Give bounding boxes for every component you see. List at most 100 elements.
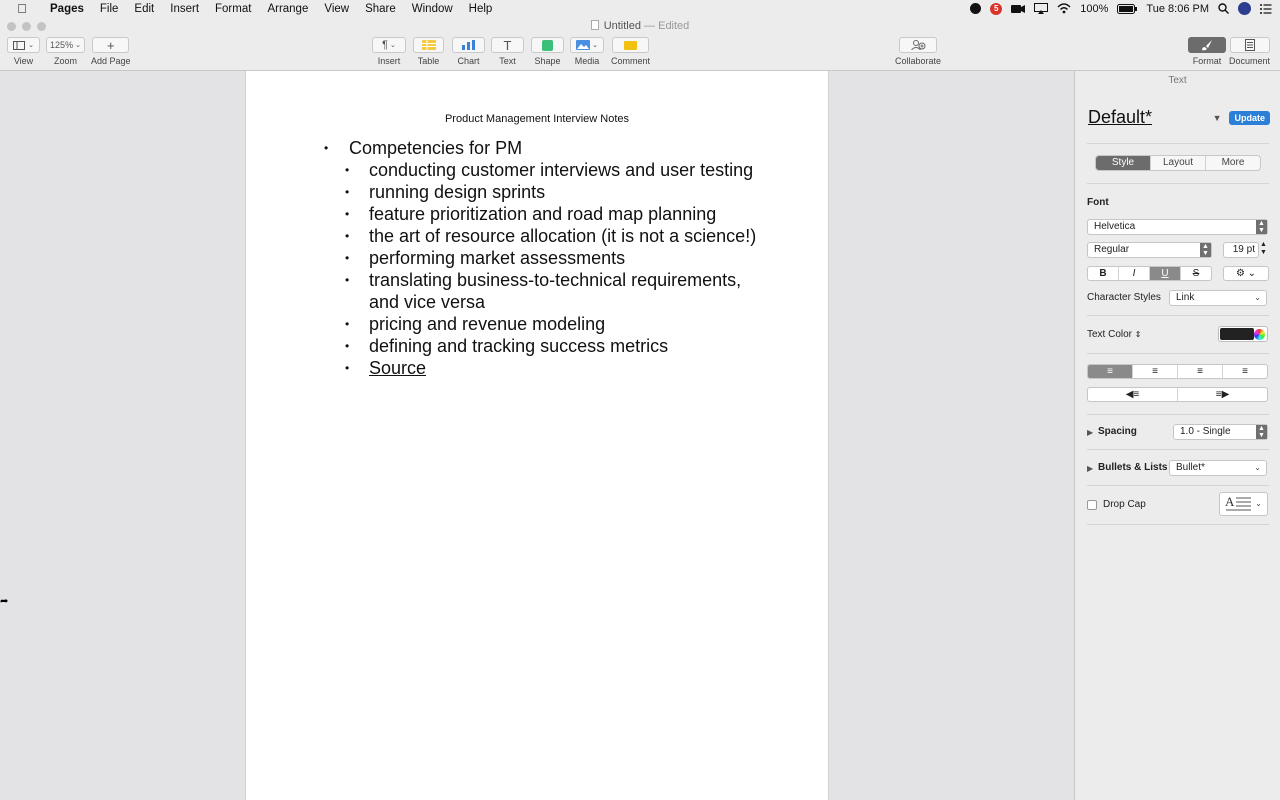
document-body[interactable]: • Competencies for PM • conducting custom… xyxy=(324,137,784,379)
document-canvas[interactable]: ➦ Product Management Interview Notes • C… xyxy=(0,71,1074,800)
tab-layout[interactable]: Layout xyxy=(1151,156,1206,170)
list-item[interactable]: • performing market assessments xyxy=(324,247,784,269)
increase-indent-icon[interactable]: ≡▶ xyxy=(1178,388,1267,401)
font-size-stepper-icon[interactable]: ▲ ▼ xyxy=(1260,241,1267,257)
text-color-well[interactable] xyxy=(1218,326,1268,342)
list-item[interactable]: • feature prioritization and road map pla… xyxy=(324,203,784,225)
spotlight-search-icon[interactable] xyxy=(1218,3,1229,14)
airplay-icon[interactable] xyxy=(1034,3,1049,14)
add-page-button[interactable]: + xyxy=(92,37,130,53)
align-right-icon[interactable]: ≡ xyxy=(1178,365,1223,378)
text-color-label[interactable]: Text Color ⇕ xyxy=(1087,329,1142,340)
align-justify-icon[interactable]: ≡ xyxy=(1223,365,1267,378)
menu-view[interactable]: View xyxy=(316,3,357,15)
comment-label: Comment xyxy=(611,56,651,66)
menu-window[interactable]: Window xyxy=(404,3,461,15)
drop-cap-checkbox[interactable] xyxy=(1087,500,1097,510)
advanced-options-button[interactable]: ⚙ ⌄ xyxy=(1223,266,1269,281)
character-style-select[interactable]: Link ⌄ xyxy=(1169,290,1267,306)
menu-app-pages[interactable]: Pages xyxy=(42,3,92,15)
font-family-select[interactable]: Helvetica ▲ ▼ xyxy=(1087,219,1268,235)
collaborate-person-icon xyxy=(910,40,926,50)
text-format-buttons: B I U S xyxy=(1087,266,1212,281)
document-page[interactable]: Product Management Interview Notes • Com… xyxy=(245,71,829,800)
bullet-icon: • xyxy=(345,251,350,265)
list-item-heading[interactable]: • Competencies for PM xyxy=(324,137,784,159)
comment-button[interactable] xyxy=(612,37,649,53)
notification-badge-icon[interactable]: 5 xyxy=(990,2,1003,15)
battery-icon[interactable] xyxy=(1117,3,1138,14)
insert-button[interactable]: ¶ ⌄ xyxy=(372,37,406,53)
divider xyxy=(1087,449,1269,450)
collaborate-button[interactable] xyxy=(899,37,938,53)
spacing-select[interactable]: 1.0 - Single ▲ ▼ xyxy=(1173,424,1268,440)
bullets-lists-label[interactable]: Bullets & Lists xyxy=(1098,462,1167,473)
shape-button[interactable] xyxy=(531,37,564,53)
document-name[interactable]: Untitled xyxy=(604,20,641,32)
menu-file[interactable]: File xyxy=(92,3,127,15)
menu-insert[interactable]: Insert xyxy=(162,3,207,15)
view-button[interactable]: ⌄ xyxy=(7,37,40,53)
camera-icon[interactable] xyxy=(1011,4,1026,14)
menubar-clock[interactable]: Tue 8:06 PM xyxy=(1146,3,1209,15)
list-item[interactable]: • translating business-to-technical requi… xyxy=(324,269,784,291)
chart-button[interactable] xyxy=(452,37,485,53)
comment-control: Comment xyxy=(611,37,650,66)
table-button[interactable] xyxy=(413,37,444,53)
tab-more[interactable]: More xyxy=(1206,156,1260,170)
align-left-icon[interactable]: ≡ xyxy=(1088,365,1133,378)
bullet-icon: • xyxy=(345,361,350,375)
list-item[interactable]: • the art of resource allocation (it is n… xyxy=(324,225,784,247)
list-item[interactable]: • pricing and revenue modeling xyxy=(324,313,784,335)
spacing-label[interactable]: Spacing xyxy=(1098,426,1137,437)
list-item[interactable]: • defining and tracking success metrics xyxy=(324,335,784,357)
inspector-section-title: Text xyxy=(1168,75,1187,86)
record-icon[interactable] xyxy=(970,3,982,14)
source-link[interactable]: Source xyxy=(369,358,426,378)
italic-button[interactable]: I xyxy=(1119,267,1150,280)
underline-button[interactable]: U xyxy=(1150,267,1181,280)
drop-cap-style-select[interactable]: A ⌄ xyxy=(1219,492,1268,516)
gear-icon: ⚙ ⌄ xyxy=(1235,268,1257,279)
document-inspector-button[interactable] xyxy=(1229,37,1270,53)
font-weight-select[interactable]: Regular ▲ ▼ xyxy=(1087,242,1212,258)
wifi-icon[interactable] xyxy=(1057,3,1071,14)
decrease-indent-icon[interactable]: ◀≡ xyxy=(1088,388,1178,401)
zoom-dropdown[interactable]: 125% ⌄ xyxy=(46,37,85,53)
disclosure-triangle-icon[interactable]: ▶ xyxy=(1087,428,1093,437)
notification-center-icon[interactable] xyxy=(1260,3,1272,14)
menu-edit[interactable]: Edit xyxy=(126,3,162,15)
menu-arrange[interactable]: Arrange xyxy=(259,3,316,15)
tab-style[interactable]: Style xyxy=(1096,156,1151,170)
strikethrough-button[interactable]: S xyxy=(1181,267,1211,280)
shape-control: Shape xyxy=(531,37,564,66)
text-box-button[interactable]: T xyxy=(491,37,524,53)
update-style-button[interactable]: Update xyxy=(1229,110,1270,125)
indent-buttons: ◀≡ ≡▶ xyxy=(1087,387,1268,402)
align-center-icon[interactable]: ≡ xyxy=(1133,365,1178,378)
apple-menu-icon[interactable]:  xyxy=(14,1,30,16)
menu-format[interactable]: Format xyxy=(207,3,259,15)
bold-button[interactable]: B xyxy=(1088,267,1119,280)
paragraph-style-name[interactable]: Default* xyxy=(1088,107,1152,128)
menu-share[interactable]: Share xyxy=(357,3,404,15)
menu-help[interactable]: Help xyxy=(461,3,501,15)
list-item[interactable]: • running design sprints xyxy=(324,181,784,203)
format-inspector-button[interactable] xyxy=(1188,37,1226,53)
chevron-down-icon: ⌄ xyxy=(390,42,396,49)
divider xyxy=(1087,353,1269,354)
list-item-continuation[interactable]: and vice versa xyxy=(324,291,784,313)
page-header[interactable]: Product Management Interview Notes xyxy=(246,113,828,125)
list-item[interactable]: • conducting customer interviews and user… xyxy=(324,159,784,181)
disclosure-triangle-icon[interactable]: ▶ xyxy=(1087,464,1093,473)
media-control: ⌄ Media xyxy=(570,37,604,66)
font-size-field[interactable]: 19 pt xyxy=(1223,242,1259,258)
triangle-down-icon[interactable]: ▼ xyxy=(1213,113,1222,123)
media-button[interactable]: ⌄ xyxy=(570,37,604,53)
user-avatar-icon[interactable] xyxy=(1238,2,1251,15)
document-control: Document xyxy=(1229,37,1270,66)
color-wheel-icon[interactable] xyxy=(1254,329,1265,340)
bullets-select[interactable]: Bullet* ⌄ xyxy=(1169,460,1267,476)
list-item-link[interactable]: • Source xyxy=(324,357,784,379)
paintbrush-icon xyxy=(1202,39,1212,50)
